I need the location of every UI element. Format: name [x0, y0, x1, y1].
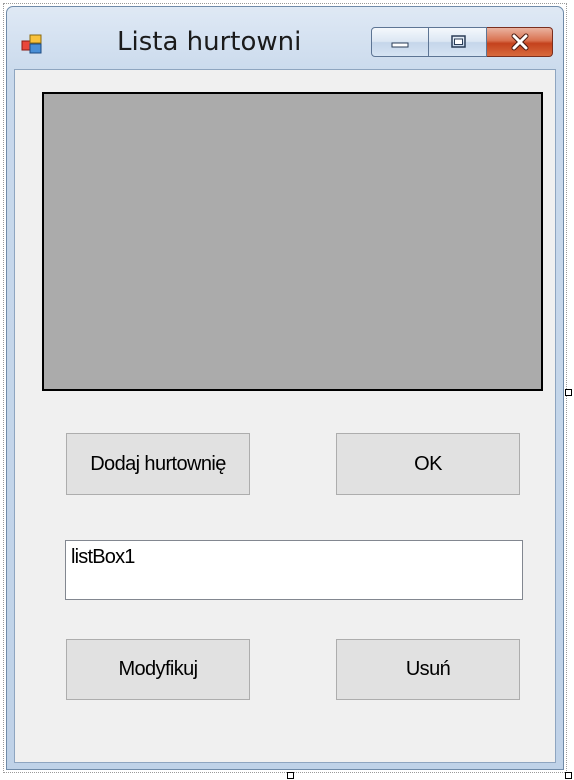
maximize-button[interactable] [429, 27, 487, 57]
caption-buttons [371, 27, 553, 57]
resize-handle-bottom[interactable] [287, 772, 294, 779]
minimize-icon [391, 42, 409, 48]
ok-button[interactable]: OK [336, 433, 520, 495]
resize-handle-right[interactable] [565, 389, 572, 396]
form-window[interactable]: Lista hurtowni Dodaj hurtownię OK listBo… [6, 6, 564, 770]
minimize-button[interactable] [371, 27, 429, 57]
delete-button[interactable]: Usuń [336, 639, 520, 700]
modify-button[interactable]: Modyfikuj [66, 639, 250, 700]
maximize-icon [450, 35, 466, 48]
title-bar[interactable]: Lista hurtowni [7, 7, 563, 69]
gray-panel[interactable] [42, 92, 543, 391]
form-client-area: Dodaj hurtownię OK listBox1 Modyfikuj Us… [14, 69, 556, 763]
window-title: Lista hurtowni [117, 27, 302, 57]
form-icon [21, 34, 42, 54]
listbox[interactable]: listBox1 [65, 540, 523, 600]
listbox-name: listBox1 [71, 546, 135, 568]
close-button[interactable] [487, 27, 553, 57]
close-icon [511, 33, 528, 51]
designer-surface: Lista hurtowni Dodaj hurtownię OK listBo… [0, 0, 574, 780]
resize-handle-corner[interactable] [565, 772, 572, 779]
add-wholesaler-button[interactable]: Dodaj hurtownię [66, 433, 250, 495]
